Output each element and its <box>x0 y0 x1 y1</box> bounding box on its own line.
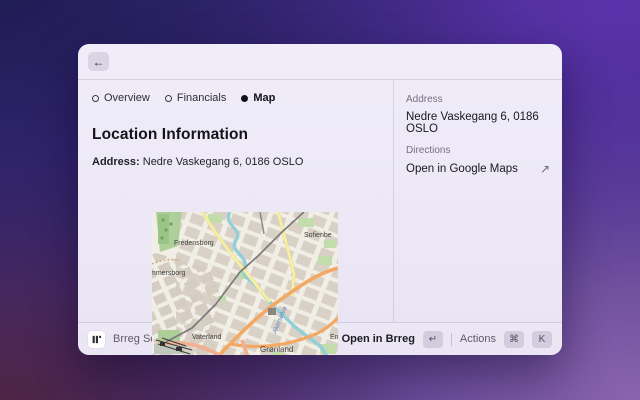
back-button[interactable]: ← <box>88 52 109 71</box>
radio-unselected-icon <box>92 95 99 102</box>
tab-financials[interactable]: Financials <box>165 92 227 104</box>
radio-selected-icon <box>241 95 248 102</box>
enter-key-badge[interactable]: ↵ <box>423 331 443 348</box>
app-window: ← Overview Financials Map Location Infor… <box>78 44 562 355</box>
external-link-icon: ↗ <box>540 162 550 176</box>
main-pane: Overview Financials Map Location Informa… <box>78 80 393 322</box>
map-label-fredensborg: Fredensborg <box>174 240 214 247</box>
tab-map-label: Map <box>253 92 275 104</box>
detail-sidebar: Address Nedre Vaskegang 6, 0186 OSLO Dir… <box>393 80 562 322</box>
tab-overview[interactable]: Overview <box>92 92 150 104</box>
open-google-maps-label: Open in Google Maps <box>406 163 518 175</box>
open-in-brreg-action[interactable]: Open in Brreg <box>342 333 415 345</box>
back-arrow-icon: ← <box>93 55 105 69</box>
sidebar-address-value: Nedre Vaskegang 6, 0186 OSLO <box>406 111 550 135</box>
k-key-badge[interactable]: K <box>532 331 552 348</box>
open-google-maps-link[interactable]: Open in Google Maps ↗ <box>406 162 550 176</box>
window-header: ← <box>78 44 562 80</box>
address-value: Nedre Vaskegang 6, 0186 OSLO <box>143 156 304 168</box>
actions-menu-button[interactable]: Actions <box>460 333 496 345</box>
window-body: Overview Financials Map Location Informa… <box>78 80 562 322</box>
tab-overview-label: Overview <box>104 92 150 104</box>
map-image[interactable]: Fredensborg mmersborg Sofienbe Vaterland… <box>152 212 338 355</box>
map-label-sofienberg: Sofienbe <box>304 232 332 239</box>
map-label-vaterland: Vaterland <box>192 334 222 341</box>
radio-unselected-icon <box>165 95 172 102</box>
address-line: Address: Nedre Vaskegang 6, 0186 OSLO <box>92 156 379 168</box>
tab-map[interactable]: Map <box>241 92 275 104</box>
footer-separator <box>451 333 452 346</box>
tab-financials-label: Financials <box>177 92 227 104</box>
map-label-gronland: Grønland <box>260 345 293 354</box>
address-label: Address: <box>92 156 140 168</box>
sidebar-directions-label: Directions <box>406 145 550 156</box>
cmd-key-badge[interactable]: ⌘ <box>504 331 524 348</box>
tab-bar: Overview Financials Map <box>92 92 379 104</box>
sidebar-address-label: Address <box>406 94 550 105</box>
map-label-east: En <box>330 334 338 341</box>
brreg-app-icon <box>88 331 105 348</box>
page-title: Location Information <box>92 126 379 144</box>
map-label-hammersborg: mmersborg <box>152 270 186 277</box>
